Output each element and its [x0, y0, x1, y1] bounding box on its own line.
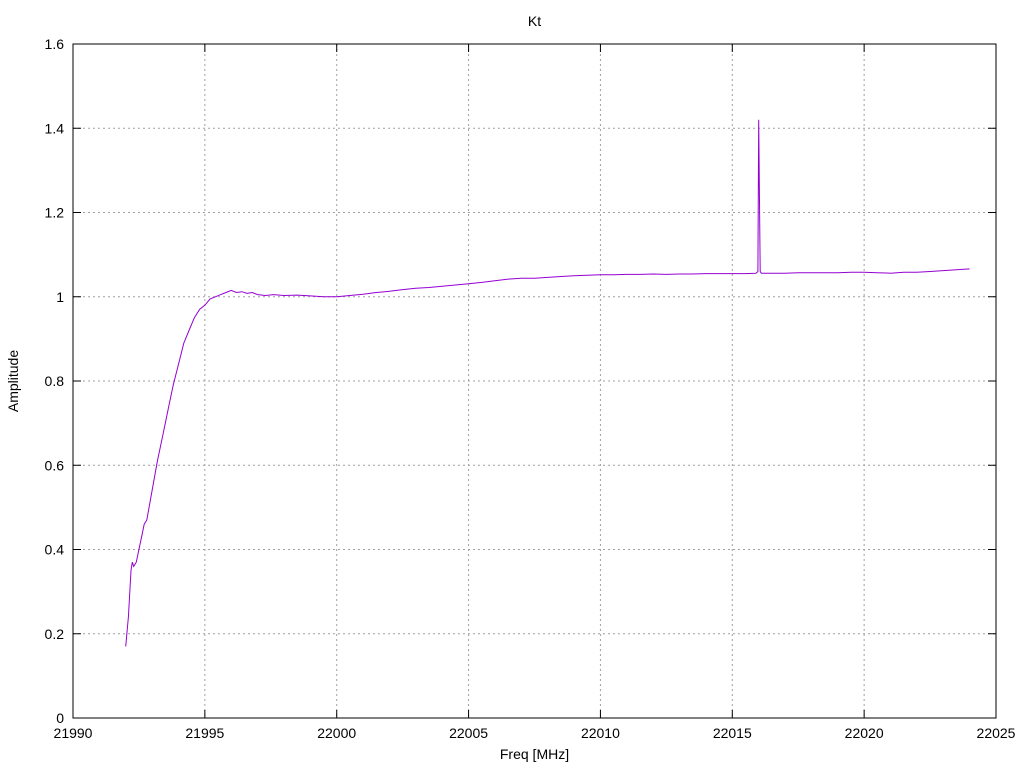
y-tick-label: 0.4	[45, 542, 65, 558]
x-tick-label: 21990	[54, 725, 93, 741]
x-tick-label: 22000	[317, 725, 356, 741]
chart: 21990 21995 22000 22005 22010 22015 22020 22025…	[5, 13, 1016, 762]
x-tick-labels: 21990 21995 22000 22005 22010 22015 22020 22025	[54, 725, 1016, 741]
series-line	[125, 119, 970, 647]
y-tick-label: 1.2	[45, 205, 65, 221]
x-tick-label: 22020	[845, 725, 884, 741]
y-tick-label: 1.6	[45, 36, 65, 52]
x-tick-label: 21995	[185, 725, 224, 741]
chart-title: Kt	[528, 13, 541, 29]
x-tick-label: 22005	[449, 725, 488, 741]
y-tick-label: 1	[56, 289, 64, 305]
x-tick-label: 22015	[713, 725, 752, 741]
grid	[73, 44, 996, 718]
x-tick-label: 22010	[581, 725, 620, 741]
x-axis-label: Freq [MHz]	[500, 746, 569, 762]
y-tick-labels: 0 0.2 0.4 0.6 0.8 1 1.2 1.4 1.6	[45, 36, 65, 726]
y-tick-label: 0	[56, 710, 64, 726]
y-tick-label: 1.4	[45, 120, 65, 136]
x-tick-label: 22025	[977, 725, 1016, 741]
y-tick-label: 0.8	[45, 373, 65, 389]
y-tick-label: 0.6	[45, 457, 65, 473]
y-axis-label: Amplitude	[5, 350, 21, 412]
y-tick-label: 0.2	[45, 626, 65, 642]
